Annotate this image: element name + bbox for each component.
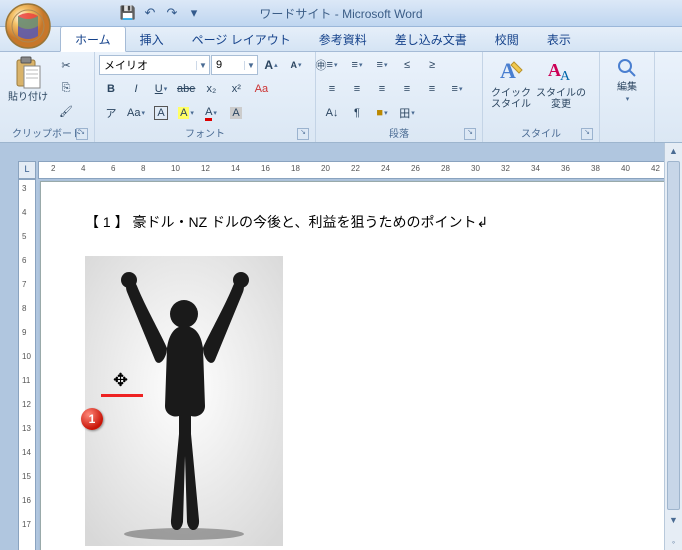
undo-icon[interactable]: ↶ [142,5,158,21]
shading-button[interactable]: ■▾ [370,102,394,124]
callout-badge-1: 1 [81,408,103,430]
paste-icon [14,56,42,90]
cut-icon: ✂ [61,59,70,72]
inline-image[interactable]: ✥ 1 [85,256,283,546]
group-paragraph: ≡▾ ≡▾ ≡▾ ≤ ≥ ≡ ≡ ≡ ≡ ≡ ≡▾ A↓ ¶ ■▾ 田▾ 段落↘ [316,52,483,142]
vertical-scrollbar[interactable]: ▲ ▼ ◦ [664,143,682,550]
browse-object-icon[interactable]: ◦ [665,534,682,550]
quick-styles-icon: A [496,56,526,86]
paste-button[interactable]: 貼り付け [4,54,52,103]
quick-styles-button[interactable]: A クイック スタイル [487,54,535,110]
justify-button[interactable]: ≡ [395,78,419,100]
font-color-button[interactable]: A▾ [199,102,223,124]
ribbon-tabs: ホーム 挿入 ページ レイアウト 参考資料 差し込み文書 校閲 表示 [0,27,682,52]
shrink-font-button[interactable]: A▾ [284,54,308,76]
underline-button[interactable]: U▾ [149,78,173,100]
group-font: ▼ ▼ A▴ A▾ ㊥ B I U▾ abe x₂ x² Aa ア Aa▾ A … [95,52,316,142]
clear-format-button[interactable]: Aa [249,78,273,100]
page[interactable]: 【 1 】 豪ドル・NZ ドルの今後と、利益を狙うためのポイント↲ ✥ [40,181,682,550]
paragraph-launcher[interactable]: ↘ [464,128,476,140]
align-center-button[interactable]: ≡ [345,78,369,100]
group-clipboard: 貼り付け ✂ ⎘ 🖌 クリップボード↘ [0,52,95,142]
window-title: ワードサイト - Microsoft Word [259,5,422,22]
scroll-up-icon[interactable]: ▲ [665,143,682,159]
sort-button[interactable]: A↓ [320,102,344,124]
office-button[interactable] [4,2,52,50]
scrollbar-thumb[interactable] [667,161,680,510]
horizontal-ruler[interactable]: 24681012141618202224262830323436384042 [38,161,682,179]
clipboard-launcher[interactable]: ↘ [76,128,88,140]
format-painter-button[interactable]: 🖌 [54,100,78,122]
vertical-ruler[interactable]: 34567891011121314151617 [18,179,36,550]
tab-view[interactable]: 表示 [533,27,585,51]
align-right-button[interactable]: ≡ [370,78,394,100]
tab-page-layout[interactable]: ページ レイアウト [178,27,305,51]
change-styles-button[interactable]: AA スタイルの 変更 [537,54,585,110]
cut-button[interactable]: ✂ [54,54,78,76]
change-case-button[interactable]: Aa▾ [124,102,148,124]
svg-text:A: A [560,69,571,84]
document-heading[interactable]: 【 1 】 豪ドル・NZ ドルの今後と、利益を狙うためのポイント↲ [85,212,651,232]
tab-mailings[interactable]: 差し込み文書 [381,27,481,51]
change-styles-icon: AA [546,56,576,86]
tab-review[interactable]: 校閲 [481,27,533,51]
chevron-down-icon[interactable]: ▼ [196,61,209,70]
subscript-button[interactable]: x₂ [199,78,223,100]
show-marks-button[interactable]: ¶ [345,102,369,124]
increase-indent-button[interactable]: ≥ [420,54,444,76]
borders-button[interactable]: 田▾ [395,102,419,124]
styles-launcher[interactable]: ↘ [581,128,593,140]
chevron-down-icon[interactable]: ▼ [244,61,257,70]
tab-selector[interactable]: L [18,161,36,179]
align-left-button[interactable]: ≡ [320,78,344,100]
font-size-combo[interactable]: ▼ [211,55,258,75]
title-bar: 💾 ↶ ↷ ▾ ワードサイト - Microsoft Word [0,0,682,27]
spellcheck-underline [101,394,143,397]
group-editing: 編集 ▾ [600,52,655,142]
painter-icon: 🖌 [59,105,73,118]
scroll-down-icon[interactable]: ▼ [665,512,682,528]
font-name-combo[interactable]: ▼ [99,55,210,75]
line-spacing-button[interactable]: ≡▾ [445,78,469,100]
document-area: L 24681012141618202224262830323436384042… [0,143,682,550]
tab-home[interactable]: ホーム [60,26,126,52]
italic-button[interactable]: I [124,78,148,100]
grow-font-button[interactable]: A▴ [259,54,283,76]
tab-insert[interactable]: 挿入 [126,27,178,51]
decrease-indent-button[interactable]: ≤ [395,54,419,76]
qat-more-icon[interactable]: ▾ [186,5,202,21]
copy-button[interactable]: ⎘ [54,77,78,99]
font-size-input[interactable] [212,59,244,71]
ribbon: 貼り付け ✂ ⎘ 🖌 クリップボード↘ ▼ ▼ A▴ A▾ ㊥ B I U▾ [0,52,682,143]
char-shading-button[interactable]: A [224,102,248,124]
numbering-button[interactable]: ≡▾ [345,54,369,76]
group-styles: A クイック スタイル AA スタイルの 変更 スタイル↘ [483,52,600,142]
char-border-button[interactable]: A [149,102,173,124]
strike-button[interactable]: abe [174,78,198,100]
copy-icon: ⎘ [62,82,71,95]
phonetic-button[interactable]: ア [99,102,123,124]
bullets-button[interactable]: ≡▾ [320,54,344,76]
save-icon[interactable]: 💾 [120,5,136,21]
quick-access-toolbar: 💾 ↶ ↷ ▾ [120,5,202,21]
redo-icon[interactable]: ↷ [164,5,180,21]
silhouette-image [85,256,283,549]
tab-references[interactable]: 参考資料 [305,27,381,51]
superscript-button[interactable]: x² [224,78,248,100]
bold-button[interactable]: B [99,78,123,100]
find-icon [615,56,639,80]
font-launcher[interactable]: ↘ [297,128,309,140]
distribute-button[interactable]: ≡ [420,78,444,100]
font-name-input[interactable] [100,59,196,71]
editing-button[interactable]: 編集 ▾ [604,54,650,103]
multilevel-button[interactable]: ≡▾ [370,54,394,76]
highlight-button[interactable]: A▾ [174,102,198,124]
